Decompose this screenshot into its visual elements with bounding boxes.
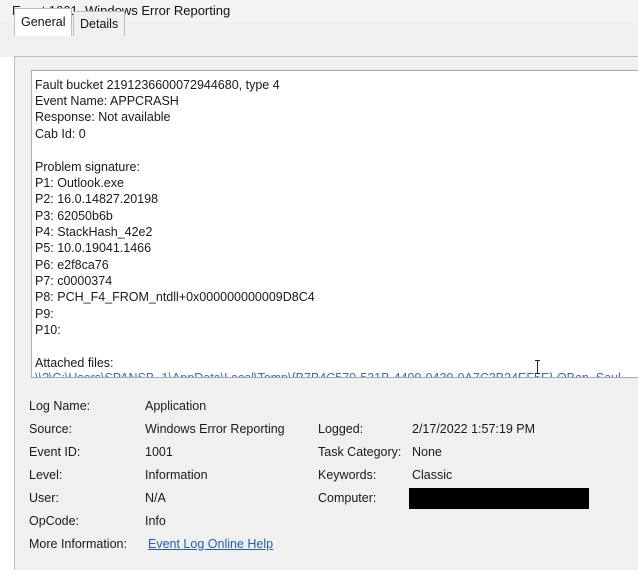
source-value: Windows Error Reporting <box>145 422 285 436</box>
description-line: Event Name: APPCRASH <box>35 94 179 108</box>
description-line: Attached files: <box>35 356 114 370</box>
task-category-value: None <box>412 445 442 459</box>
event-description-box[interactable]: Fault bucket 2191236600072944680, type 4… <box>31 70 638 378</box>
more-information-label: More Information: <box>29 537 127 551</box>
opcode-value: Info <box>145 514 166 528</box>
description-line: P8: PCH_F4_FROM_ntdll+0x000000000009D8C4 <box>35 290 315 304</box>
log-name-label: Log Name: <box>29 399 91 413</box>
opcode-label: OpCode: <box>29 514 80 528</box>
logged-value: 2/17/2022 1:57:19 PM <box>412 422 536 436</box>
event-id-label: Event ID: <box>29 445 81 459</box>
description-line: Cab Id: 0 <box>35 127 86 141</box>
computer-label: Computer: <box>318 491 377 505</box>
description-line: P3: 62050b6b <box>35 209 113 223</box>
keywords-value: Classic <box>412 468 453 482</box>
description-line: P1: Outlook.exe <box>35 176 124 190</box>
level-value: Information <box>145 468 208 482</box>
description-line: P7: c0000374 <box>35 274 113 288</box>
event-id-value: 1001 <box>145 445 173 459</box>
computer-value-redacted <box>409 488 589 509</box>
user-value: N/A <box>145 491 166 505</box>
description-line: P9: <box>35 307 54 321</box>
log-name-value: Application <box>145 399 207 413</box>
description-line: P10: <box>35 323 61 337</box>
task-category-label: Task Category: <box>318 445 402 459</box>
source-label: Source: <box>29 422 73 436</box>
description-line: Problem signature: <box>35 160 140 174</box>
description-line: Fault bucket 2191236600072944680, type 4 <box>35 78 280 92</box>
description-line: P5: 10.0.19041.1466 <box>35 241 152 255</box>
level-label: Level: <box>29 468 63 482</box>
logged-label: Logged: <box>318 422 364 436</box>
tab-details[interactable]: Details <box>73 11 126 36</box>
description-line: P2: 16.0.14827.20198 <box>35 192 159 206</box>
text-cursor-icon <box>535 360 541 374</box>
keywords-label: Keywords: <box>318 468 377 482</box>
description-line: P4: StackHash_42e2 <box>35 225 153 239</box>
user-label: User: <box>29 491 59 505</box>
description-line: Response: Not available <box>35 110 171 124</box>
description-line: P6: e2f8ca76 <box>35 258 109 272</box>
tab-general[interactable]: General <box>14 8 73 36</box>
attached-file-path[interactable]: \\?\C:\Users\SPANSB~1\AppData\Local\Temp… <box>35 370 621 377</box>
event-log-online-help-link[interactable]: Event Log Online Help <box>148 536 273 552</box>
